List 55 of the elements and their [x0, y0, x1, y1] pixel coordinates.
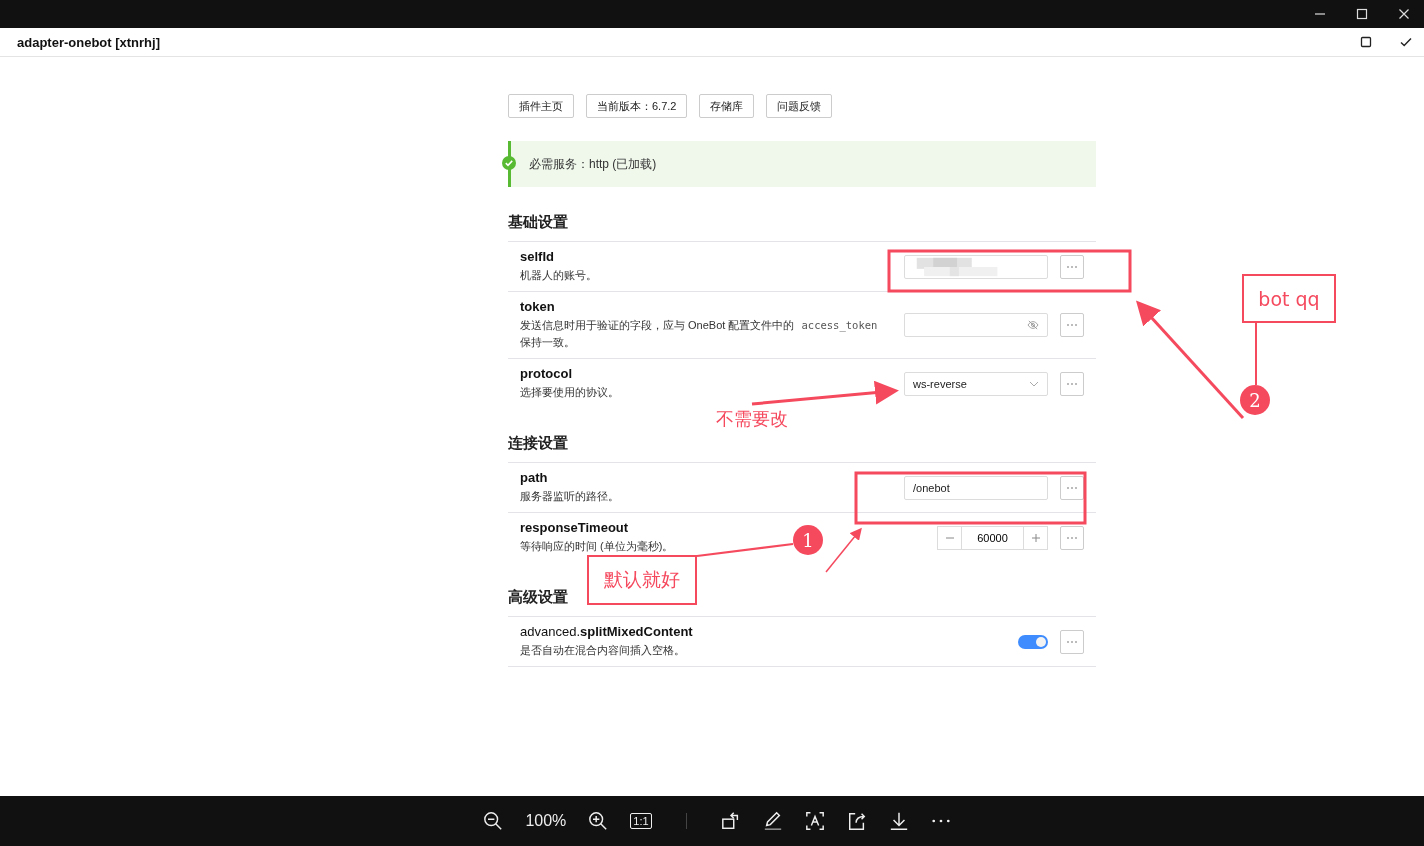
- ellipsis-icon: [1066, 381, 1078, 386]
- zoom-out-icon[interactable]: [483, 811, 504, 831]
- callout-label: bot qq: [1242, 274, 1336, 323]
- link-button[interactable]: 插件主页: [508, 94, 574, 118]
- chevron-down-icon: [1029, 380, 1039, 387]
- password-field[interactable]: [904, 313, 1048, 338]
- annotation-text: 不需要改: [716, 407, 788, 431]
- pencil-icon[interactable]: [762, 811, 783, 831]
- notice-text: 必需服务：http (已加载): [529, 155, 657, 173]
- arrow: [825, 527, 862, 573]
- share-icon[interactable]: [846, 811, 867, 831]
- number-field[interactable]: 60000: [962, 525, 1023, 550]
- checkmark-icon[interactable]: [1400, 36, 1412, 48]
- text-recognition-icon[interactable]: [804, 811, 825, 831]
- setting-name: advanced.splitMixedContent: [520, 624, 693, 640]
- section-heading: 基础设置: [508, 213, 568, 232]
- zoom-level: 100%: [525, 812, 567, 830]
- callout-label: 默认就好: [587, 555, 697, 605]
- ellipsis-icon: [1066, 485, 1078, 490]
- input-field[interactable]: [904, 254, 1048, 279]
- rotate-icon[interactable]: [720, 811, 741, 831]
- setting-description: 等待响应的时间 (单位为毫秒)。: [520, 539, 674, 555]
- ellipsis-icon: [1066, 535, 1078, 540]
- select-field[interactable]: ws-reverse: [904, 371, 1048, 396]
- actual-size-button[interactable]: 1:1: [630, 813, 652, 829]
- setting-description: 是否自动在混合内容间插入空格。: [520, 643, 685, 659]
- setting-name: selfId: [520, 249, 554, 264]
- ellipsis-icon: [1066, 639, 1078, 644]
- link-button[interactable]: 当前版本：6.7.2: [586, 94, 688, 118]
- window-title: adapter-onebot [xtnrhj]: [17, 34, 161, 50]
- setting-description: 选择要使用的协议。: [520, 385, 619, 401]
- setting-description: 机器人的账号。: [520, 268, 597, 283]
- section-heading: 连接设置: [508, 434, 568, 454]
- zoom-in-icon[interactable]: [588, 811, 609, 831]
- download-icon[interactable]: [888, 811, 909, 831]
- setting-description: 发送信息时用于验证的字段，应与 OneBot 配置文件中的 access_token 保持一致。: [520, 318, 879, 351]
- number-badge: 1: [793, 525, 823, 555]
- setting-name: responseTimeout: [520, 520, 629, 536]
- more-button[interactable]: [1060, 475, 1084, 500]
- setting-name: path: [520, 470, 548, 486]
- square-icon[interactable]: [1360, 36, 1372, 48]
- number-badge: 2: [1240, 385, 1270, 415]
- link-button[interactable]: 存储库: [699, 94, 755, 118]
- ellipsis-icon: [1066, 264, 1078, 269]
- toggle-switch[interactable]: [1018, 634, 1048, 649]
- plus-icon: [1030, 532, 1041, 543]
- eye-hidden-icon[interactable]: [1027, 320, 1039, 331]
- section-heading: 高级设置: [508, 588, 568, 608]
- ellipsis-icon: [1066, 323, 1078, 328]
- link-button[interactable]: 问题反馈: [766, 94, 833, 118]
- leader-line: [1255, 322, 1257, 386]
- input-field[interactable]: /onebot: [904, 475, 1048, 500]
- setting-description: 服务器监听的路径。: [520, 489, 619, 505]
- setting-name: protocol: [520, 366, 572, 382]
- setting-name: token: [520, 299, 555, 315]
